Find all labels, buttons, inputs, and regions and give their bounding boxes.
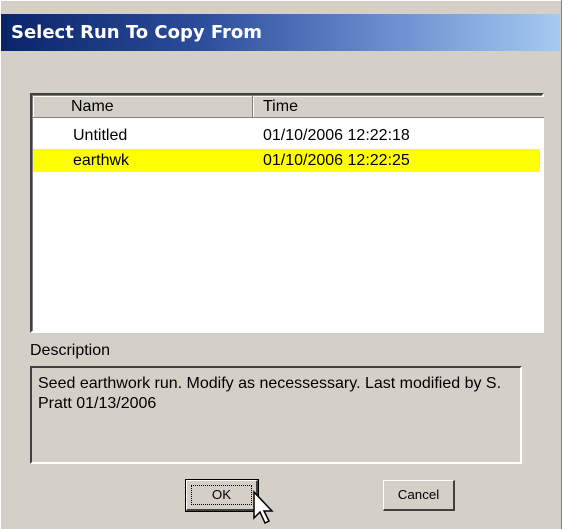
window-title: Select Run To Copy From: [11, 22, 262, 43]
ok-button[interactable]: OK: [185, 479, 259, 512]
list-row-earthwk-selected[interactable]: earthwk 01/10/2006 12:22:25: [33, 149, 540, 172]
row-name-cell: earthwk: [73, 152, 130, 169]
row-time-cell: 01/10/2006 12:22:25: [263, 152, 410, 169]
column-header-name[interactable]: Name: [33, 96, 253, 118]
arrow-pointer-icon: [253, 490, 274, 525]
runs-list[interactable]: Name Time Untitled 01/10/2006 12:22:18 e…: [30, 93, 544, 333]
select-run-dialog: Select Run To Copy From Name Time Untitl…: [0, 0, 562, 529]
description-label: Description: [30, 342, 111, 359]
description-text-box: Seed earthwork run. Modify as necessessa…: [30, 366, 522, 464]
list-row-untitled[interactable]: Untitled 01/10/2006 12:22:18: [33, 124, 540, 147]
title-bar[interactable]: Select Run To Copy From: [1, 14, 560, 51]
ok-button-label: OK: [211, 487, 232, 502]
list-header: Name Time: [33, 96, 544, 118]
row-name-cell: Untitled: [73, 127, 128, 144]
cancel-button[interactable]: Cancel: [383, 480, 455, 511]
row-time-cell: 01/10/2006 12:22:18: [263, 127, 410, 144]
column-header-time[interactable]: Time: [253, 96, 544, 118]
